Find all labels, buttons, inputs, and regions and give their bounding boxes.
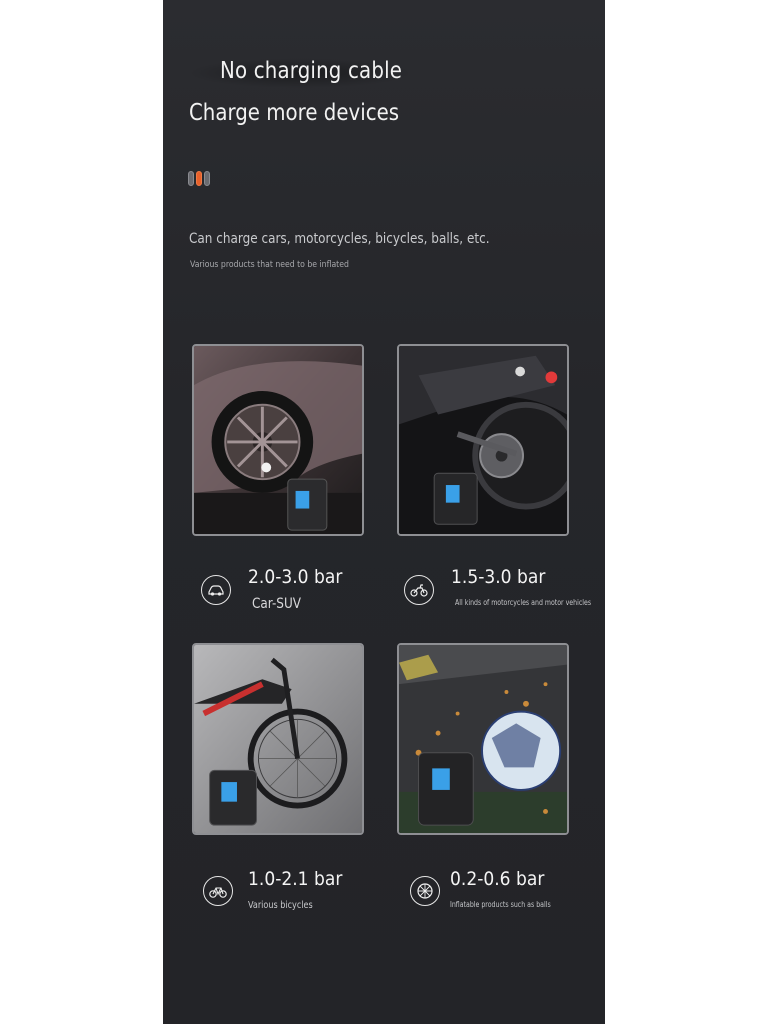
motorcycle-icon bbox=[404, 575, 434, 605]
bicycle-pressure: 1.0-2.1 bar bbox=[248, 868, 343, 890]
pager-dot[interactable] bbox=[204, 171, 210, 186]
caption: Various products that need to be inflate… bbox=[190, 260, 349, 270]
subtitle: Can charge cars, motorcycles, bicycles, … bbox=[189, 231, 490, 247]
pager-dot-active[interactable] bbox=[196, 171, 202, 186]
ball-photo bbox=[397, 643, 569, 835]
page-title-line2: Charge more devices bbox=[189, 100, 400, 126]
car-tire-photo bbox=[192, 344, 364, 536]
car-description: Car-SUV bbox=[252, 596, 302, 612]
page-title-line1: No charging cable bbox=[220, 58, 403, 84]
bicycle-icon bbox=[203, 876, 233, 906]
car-icon bbox=[201, 575, 231, 605]
ball-description: Inflatable products such as balls bbox=[450, 900, 551, 909]
motorcycle-pressure: 1.5-3.0 bar bbox=[451, 566, 546, 588]
pager-dots bbox=[188, 171, 210, 186]
ball-pressure: 0.2-0.6 bar bbox=[450, 868, 545, 890]
bicycle-description: Various bicycles bbox=[248, 900, 313, 911]
product-feature-panel: No charging cable Charge more devices Ca… bbox=[163, 0, 605, 1024]
motorcycle-tire-photo bbox=[397, 344, 569, 536]
motorcycle-description: All kinds of motorcycles and motor vehic… bbox=[455, 598, 592, 607]
ball-icon bbox=[410, 876, 440, 906]
pager-dot[interactable] bbox=[188, 171, 194, 186]
bicycle-tire-photo bbox=[192, 643, 364, 835]
car-pressure: 2.0-3.0 bar bbox=[248, 566, 343, 588]
